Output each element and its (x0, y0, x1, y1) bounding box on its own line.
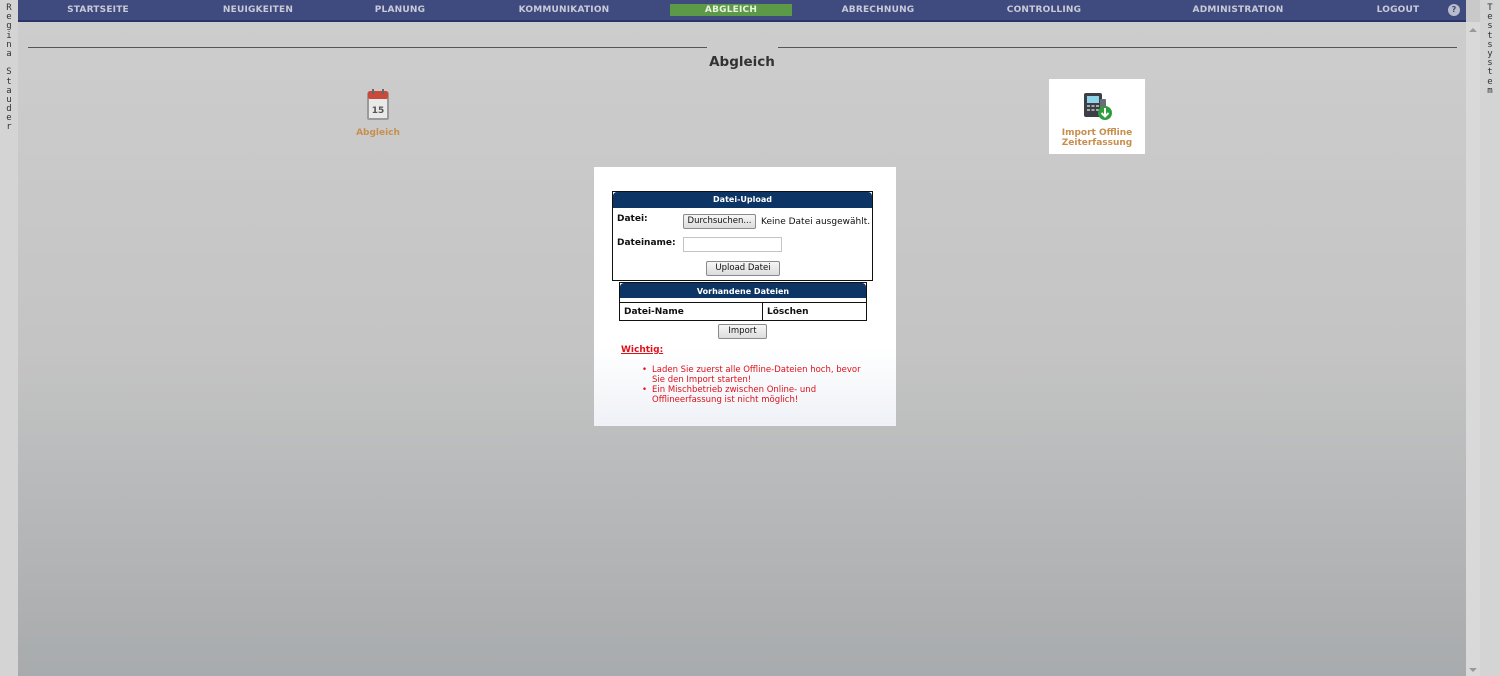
notice-list: Laden Sie zuerst alle Offline-Dateien ho… (642, 365, 872, 405)
nav-item-logout[interactable]: LOGOUT (1366, 0, 1430, 20)
title-divider-right (778, 47, 1457, 48)
import-tile-label-line1: Import Offline (1061, 128, 1133, 138)
abgleich-tile[interactable]: 15 Abgleich (348, 88, 408, 148)
filename-label: Dateiname: (617, 238, 676, 248)
existing-files-header: Vorhandene Dateien (620, 283, 866, 300)
terminal-download-icon (1049, 90, 1145, 125)
browse-button[interactable]: Durchsuchen... (683, 214, 756, 229)
page-title: Abgleich (709, 54, 775, 70)
no-file-text: Keine Datei ausgewählt. (761, 217, 871, 227)
existing-files-column-row: Datei-Name Löschen (620, 302, 866, 321)
user-name-strip: R e g i n a S t a u d e r (0, 0, 18, 676)
notice-title: Wichtig: (621, 345, 664, 355)
main-nav: STARTSEITE NEUIGKEITEN PLANUNG KOMMUNIKA… (18, 0, 1466, 22)
title-divider-left (28, 47, 707, 48)
system-name-strip: T e s t s y s t e m (1480, 0, 1500, 676)
import-offline-tile[interactable]: Import Offline Zeiterfassung (1049, 79, 1145, 154)
upload-box: Datei-Upload Datei: Durchsuchen... Keine… (612, 191, 873, 281)
upload-file-button[interactable]: Upload Datei (706, 261, 780, 276)
nav-item-abgleich[interactable]: ABGLEICH (670, 4, 792, 16)
filename-input[interactable] (683, 237, 782, 252)
column-header-delete: Löschen (767, 307, 809, 317)
nav-item-controlling[interactable]: CONTROLLING (994, 0, 1094, 20)
svg-text:15: 15 (372, 106, 385, 116)
content-area: Abgleich 15 Abgleich Import Offline Zeit… (18, 22, 1466, 676)
notice-item: Laden Sie zuerst alle Offline-Dateien ho… (642, 365, 872, 385)
notice-item: Ein Mischbetrieb zwischen Online- und Of… (642, 385, 872, 405)
upload-panel: Datei-Upload Datei: Durchsuchen... Keine… (594, 167, 896, 426)
system-name-letter: m (1487, 85, 1493, 96)
help-icon[interactable]: ? (1448, 4, 1460, 16)
user-name-letter: a (6, 48, 12, 59)
user-name-letter: r (6, 122, 12, 133)
nav-item-kommunikation[interactable]: KOMMUNIKATION (504, 0, 624, 20)
nav-item-planung[interactable]: PLANUNG (358, 0, 442, 20)
nav-item-administration[interactable]: ADMINISTRATION (1178, 0, 1298, 20)
file-label: Datei: (617, 214, 648, 224)
import-button[interactable]: Import (718, 324, 767, 339)
nav-item-neuigkeiten[interactable]: NEUIGKEITEN (208, 0, 308, 20)
import-tile-label-line2: Zeiterfassung (1061, 138, 1133, 148)
calendar-icon: 15 (348, 88, 408, 125)
scroll-down-arrow-icon[interactable] (1469, 668, 1477, 672)
vertical-scrollbar[interactable] (1466, 22, 1480, 676)
scroll-up-arrow-icon[interactable] (1469, 28, 1477, 32)
nav-item-startseite[interactable]: STARTSEITE (40, 0, 156, 20)
column-header-filename: Datei-Name (624, 307, 684, 317)
nav-item-abrechnung[interactable]: ABRECHNUNG (828, 0, 928, 20)
abgleich-tile-label: Abgleich (356, 128, 400, 138)
existing-files-table: Vorhandene Dateien Datei-Name Löschen (619, 282, 867, 321)
upload-box-header: Datei-Upload (613, 192, 872, 208)
